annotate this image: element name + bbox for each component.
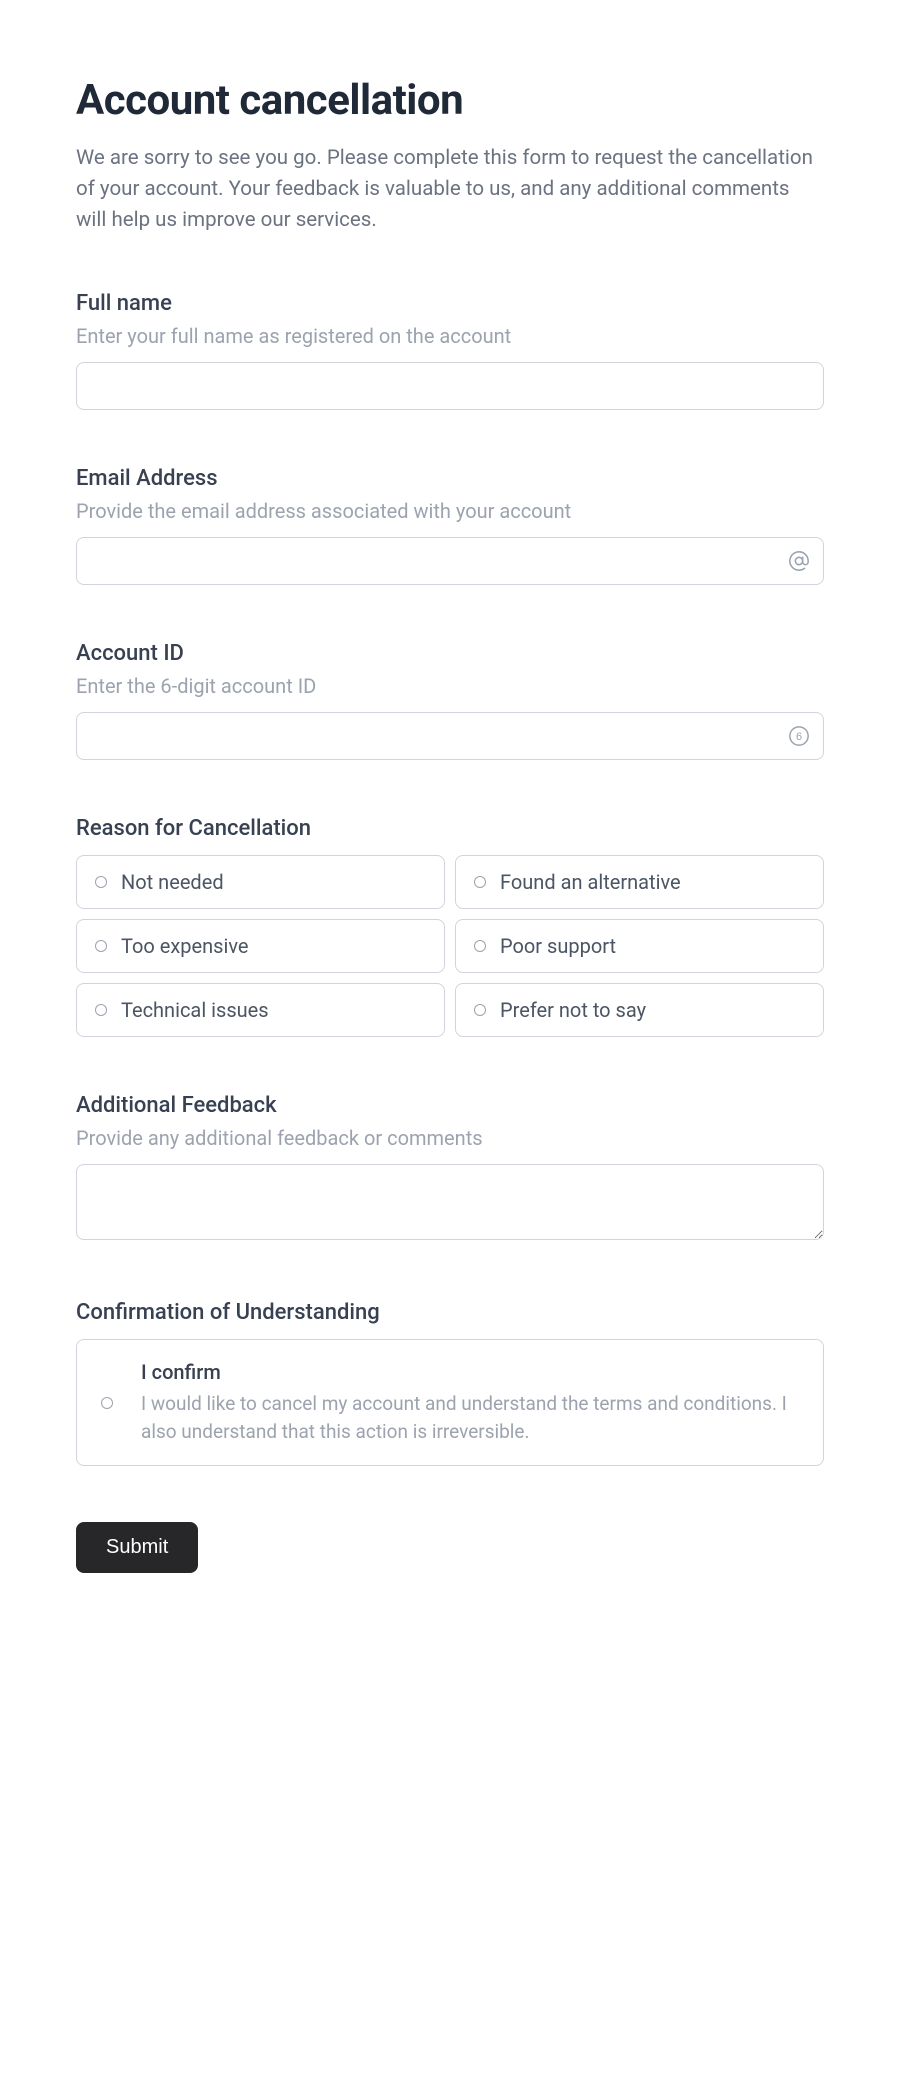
- feedback-textarea[interactable]: [76, 1164, 824, 1240]
- account-id-input[interactable]: [76, 712, 824, 760]
- feedback-help: Provide any additional feedback or comme…: [76, 1126, 824, 1150]
- reason-option-label: Not needed: [121, 870, 224, 894]
- reason-option-label: Technical issues: [121, 998, 269, 1022]
- reason-label: Reason for Cancellation: [76, 816, 824, 841]
- reason-options: Not needed Found an alternative Too expe…: [76, 855, 824, 1037]
- full-name-input[interactable]: [76, 362, 824, 410]
- confirm-field: Confirmation of Understanding I confirm …: [76, 1300, 824, 1466]
- submit-section: Submit: [76, 1522, 824, 1573]
- account-id-help: Enter the 6-digit account ID: [76, 674, 824, 698]
- reason-option-found-alternative[interactable]: Found an alternative: [455, 855, 824, 909]
- full-name-label: Full name: [76, 291, 824, 316]
- account-id-label: Account ID: [76, 641, 824, 666]
- radio-icon: [474, 876, 486, 888]
- number-six-icon: 6: [788, 725, 810, 747]
- radio-icon: [95, 1004, 107, 1016]
- email-help: Provide the email address associated wit…: [76, 499, 824, 523]
- feedback-field: Additional Feedback Provide any addition…: [76, 1093, 824, 1244]
- radio-icon: [95, 876, 107, 888]
- confirm-checkbox[interactable]: I confirm I would like to cancel my acco…: [76, 1339, 824, 1466]
- reason-field: Reason for Cancellation Not needed Found…: [76, 816, 824, 1037]
- reason-option-not-needed[interactable]: Not needed: [76, 855, 445, 909]
- email-label: Email Address: [76, 466, 824, 491]
- form-container: Account cancellation We are sorry to see…: [76, 76, 824, 1573]
- submit-button[interactable]: Submit: [76, 1522, 198, 1573]
- confirm-content: I confirm I would like to cancel my acco…: [141, 1360, 799, 1445]
- reason-option-label: Found an alternative: [500, 870, 681, 894]
- page-title: Account cancellation: [76, 76, 824, 125]
- svg-text:6: 6: [796, 731, 802, 743]
- full-name-field: Full name Enter your full name as regist…: [76, 291, 824, 410]
- reason-option-label: Poor support: [500, 934, 616, 958]
- reason-option-technical-issues[interactable]: Technical issues: [76, 983, 445, 1037]
- reason-option-label: Too expensive: [121, 934, 249, 958]
- confirm-label: Confirmation of Understanding: [76, 1300, 824, 1325]
- account-id-field: Account ID Enter the 6-digit account ID …: [76, 641, 824, 760]
- full-name-help: Enter your full name as registered on th…: [76, 324, 824, 348]
- confirm-description: I would like to cancel my account and un…: [141, 1390, 799, 1445]
- page-intro: We are sorry to see you go. Please compl…: [76, 143, 824, 235]
- radio-icon: [95, 940, 107, 952]
- confirm-title: I confirm: [141, 1360, 799, 1384]
- at-sign-icon: [788, 550, 810, 572]
- reason-option-too-expensive[interactable]: Too expensive: [76, 919, 445, 973]
- email-input[interactable]: [76, 537, 824, 585]
- radio-icon: [474, 940, 486, 952]
- radio-icon: [101, 1397, 113, 1409]
- radio-icon: [474, 1004, 486, 1016]
- reason-option-poor-support[interactable]: Poor support: [455, 919, 824, 973]
- reason-option-prefer-not-to-say[interactable]: Prefer not to say: [455, 983, 824, 1037]
- feedback-label: Additional Feedback: [76, 1093, 824, 1118]
- email-field: Email Address Provide the email address …: [76, 466, 824, 585]
- reason-option-label: Prefer not to say: [500, 998, 646, 1022]
